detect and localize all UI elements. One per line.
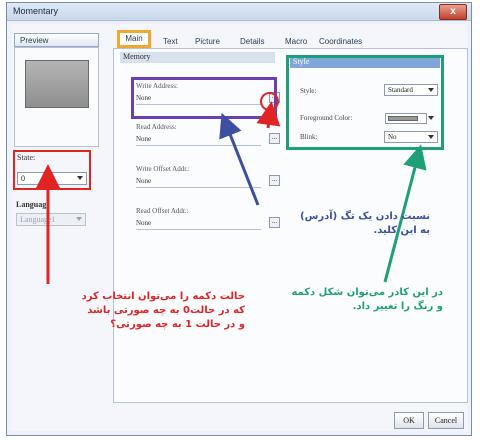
red-small-arrow [256, 101, 281, 129]
red-annotation: حالت دکمه را می‌توان انتخاب کرد که در حا… [30, 290, 245, 332]
ok-button[interactable]: OK [394, 412, 424, 429]
red-annotation-line2: که در حالت0 به چه صورتی باشد [87, 305, 245, 316]
red-annotation-line3: و در حالت 1 به چه صورتی؟ [110, 319, 245, 330]
cancel-button[interactable]: Cancel [428, 412, 464, 429]
green-annotation-line1: در این کادر می‌توان شکل دکمه [291, 287, 443, 298]
green-annotation-line2: و رنگ را تغییر داد. [352, 301, 443, 312]
red-annotation-line1: حالت دکمه را می‌توان انتخاب کرد [81, 291, 245, 302]
purple-annotation-line1: نسبت دادن یک تگ (آدرس) [300, 211, 430, 222]
green-annotation: در این کادر می‌توان شکل دکمه و رنگ را تغ… [275, 286, 443, 314]
purple-annotation: نسبت دادن یک تگ (آدرس) به این کلید. [250, 210, 430, 238]
purple-arrow [219, 112, 260, 206]
purple-annotation-line2: به این کلید. [373, 225, 430, 236]
